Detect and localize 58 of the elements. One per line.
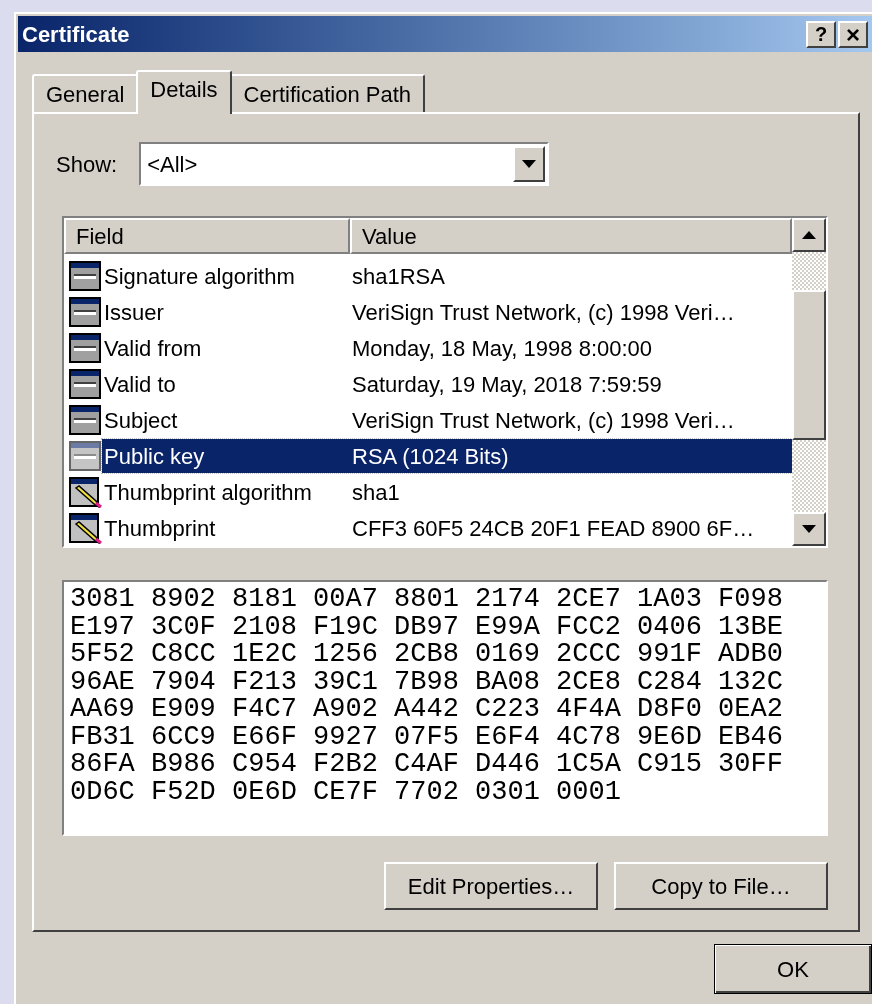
detail-text-box[interactable]	[62, 580, 828, 836]
pencil-icon	[68, 512, 102, 544]
hex-line: 5F52 C8CC 1E2C 1256 2CB8 0169 2CCC 991F ADB0	[70, 641, 784, 669]
field-name: Valid to	[103, 370, 177, 399]
hex-line: 3081 8902 8181 00A7 8801 2174 2CE7 1A03 F098	[70, 586, 784, 614]
window-icon	[68, 404, 102, 436]
field-value: VeriSign Trust Network, (c) 1998 Veri…	[352, 406, 735, 435]
pencil-icon	[68, 476, 102, 508]
show-dropdown[interactable]: <All>	[139, 142, 550, 186]
hex-line: E197 3C0F 2108 F19C DB97 E99A FCC2 0406 13BE	[70, 613, 784, 641]
field-value: sha1RSA	[352, 262, 445, 291]
window-icon	[68, 332, 102, 364]
field-name: Thumbprint	[103, 514, 217, 543]
list-row[interactable]: Subject VeriSign Trust Network, (c) 1998 Veri…	[102, 403, 792, 437]
list-row[interactable]: Public key RSA (1024 Bits)	[102, 439, 792, 473]
field-name: Thumbprint algorithm	[103, 478, 313, 507]
scrollbar[interactable]	[792, 218, 826, 546]
column-header[interactable]: Field	[64, 218, 350, 254]
hex-line: 86FA B986 C954 F2B2 C4AF D446 1C5A C915 30FF	[70, 751, 784, 779]
field-name: Issuer	[103, 298, 165, 327]
hex-line: FB31 6CC9 E66F 9927 07F5 E6F4 4C78 9E6D EB46	[70, 723, 784, 751]
hex-line: AA69 E909 F4C7 A902 A442 C223 4F4A D8F0 0EA2	[70, 696, 784, 724]
list-row[interactable]: Thumbprint CFF3 60F5 24CB 20F1 FEAD 8900 6F…	[102, 511, 792, 545]
field-value: CFF3 60F5 24CB 20F1 FEAD 8900 6F…	[352, 514, 755, 543]
field-value: VeriSign Trust Network, (c) 1998 Veri…	[352, 298, 735, 327]
field-value: sha1	[352, 478, 400, 507]
tab[interactable]: General	[32, 74, 139, 112]
field-name: Signature algorithm	[103, 262, 296, 291]
field-name: Public key	[103, 442, 206, 471]
list-row[interactable]: Thumbprint algorithm sha1	[102, 475, 792, 509]
list-row[interactable]: Issuer VeriSign Trust Network, (c) 1998 Veri…	[102, 295, 792, 329]
field-value: RSA (1024 Bits)	[352, 442, 509, 471]
close-button[interactable]: ×	[838, 20, 868, 48]
field-value: Monday, 18 May, 1998 8:00:00	[352, 334, 653, 363]
column-header[interactable]: Value	[350, 218, 792, 254]
window-icon	[68, 440, 102, 472]
hex-line: 0D6C F52D 0E6D CE7F 7702 0301 0001	[70, 778, 622, 806]
field-name: Subject	[103, 406, 179, 435]
list-row[interactable]: Signature algorithm sha1RSA	[102, 259, 792, 293]
field-value: Saturday, 19 May, 2018 7:59:59	[352, 370, 662, 399]
scroll-thumb[interactable]	[792, 290, 826, 440]
window-icon	[68, 368, 102, 400]
field-name: Valid from	[103, 334, 203, 363]
hex-line: 96AE 7904 F213 39C1 7B98 BA08 2CE8 C284 132C	[70, 668, 784, 696]
window-icon	[68, 260, 102, 292]
scroll-up-icon[interactable]	[792, 218, 826, 252]
copy-to-file-button[interactable]: Copy to File…	[614, 862, 828, 910]
window-icon	[68, 296, 102, 328]
list-row[interactable]: Valid to Saturday, 19 May, 2018 7:59:59	[102, 367, 792, 401]
show-label: Show:	[56, 150, 118, 179]
ok-button[interactable]: OK	[714, 944, 872, 994]
window-title: Certificate	[22, 20, 130, 49]
edit-properties-button[interactable]: Edit Properties…	[384, 862, 598, 910]
list-row[interactable]: Valid from Monday, 18 May, 1998 8:00:00	[102, 331, 792, 365]
tab[interactable]: Certification Path	[229, 74, 426, 112]
scroll-down-icon[interactable]	[792, 512, 826, 546]
tab[interactable]: Details	[136, 70, 232, 114]
help-button[interactable]: ?	[806, 20, 836, 48]
